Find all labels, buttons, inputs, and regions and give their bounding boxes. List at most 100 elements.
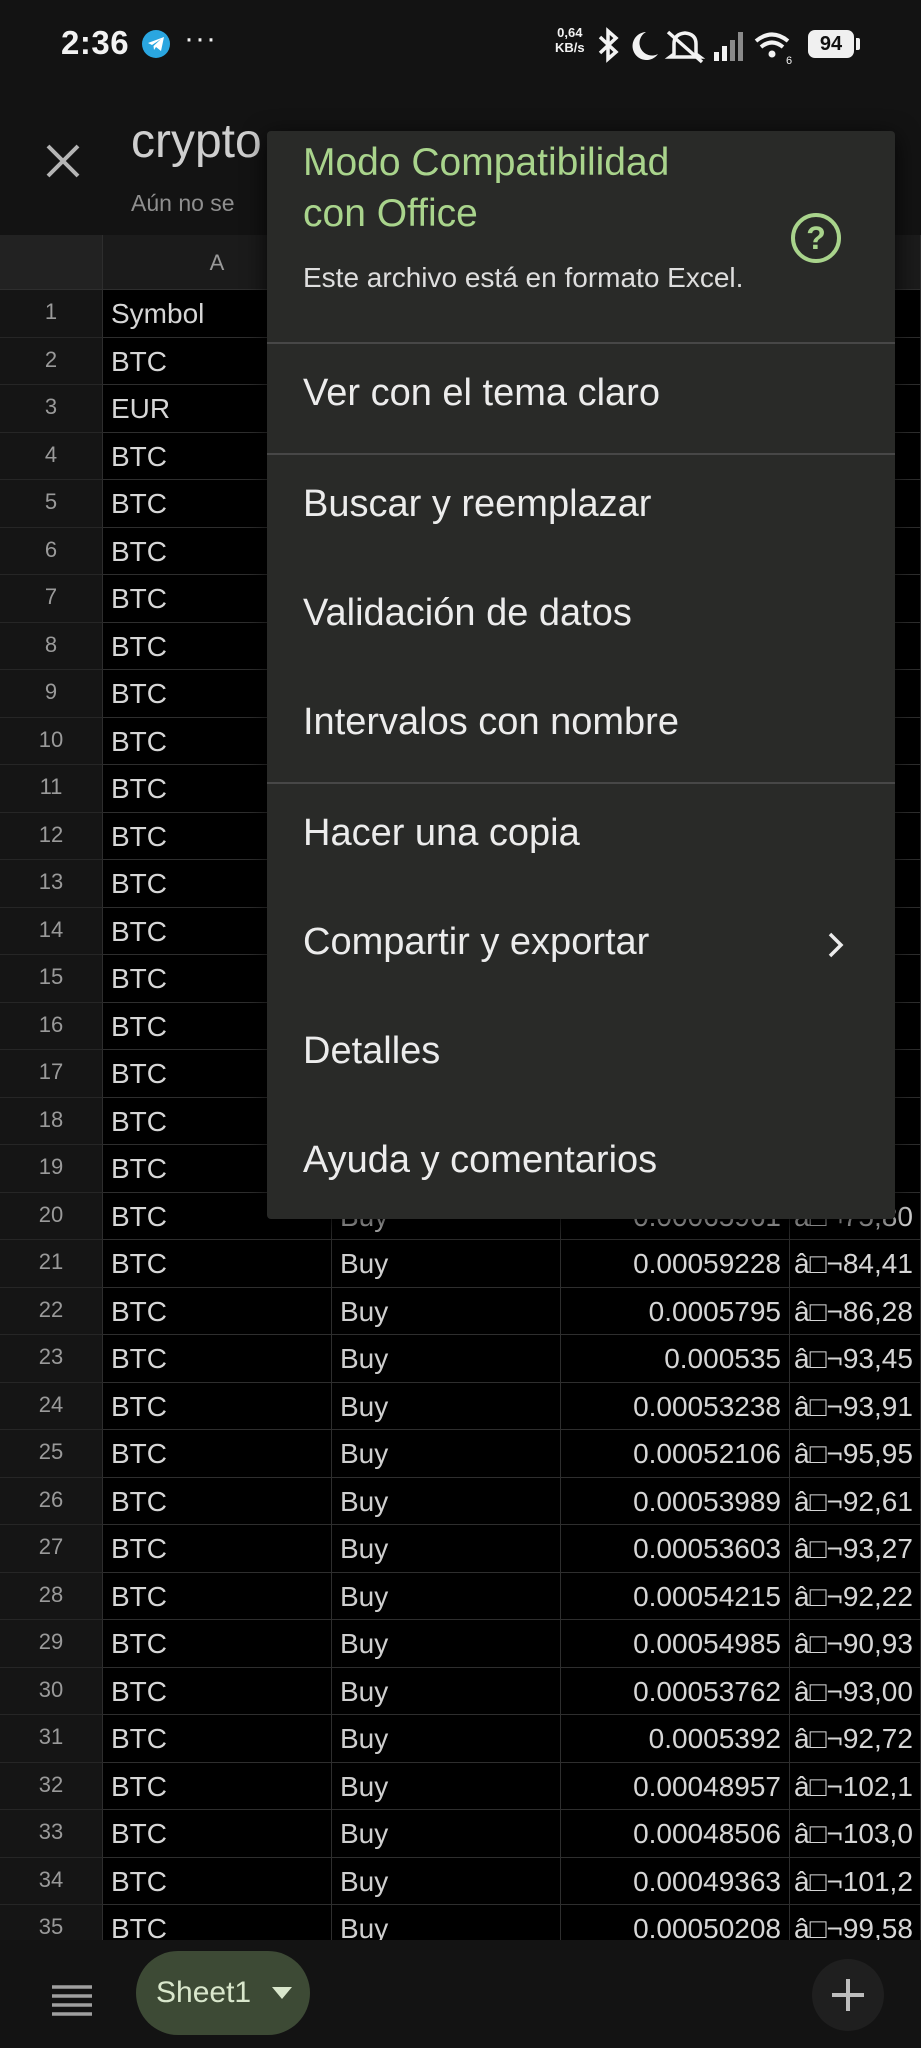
row-number[interactable]: 18 <box>0 1097 103 1145</box>
cell-type[interactable]: Buy <box>332 1857 561 1905</box>
cell-amount[interactable]: 0.00053238 <box>561 1382 790 1430</box>
cell-amount[interactable]: 0.00049363 <box>561 1857 790 1905</box>
cell-price[interactable]: â□¬92,22 <box>790 1572 921 1620</box>
cell-amount[interactable]: 0.00053603 <box>561 1525 790 1573</box>
cell-amount[interactable]: 0.0005392 <box>561 1715 790 1763</box>
cell-amount[interactable]: 0.00053762 <box>561 1667 790 1715</box>
menu-item-details[interactable]: Detalles <box>267 1000 895 1108</box>
cell-price[interactable]: â□¬92,61 <box>790 1477 921 1525</box>
row-number[interactable]: 8 <box>0 622 103 670</box>
cell-type[interactable]: Buy <box>332 1762 561 1810</box>
row-number[interactable]: 6 <box>0 527 103 575</box>
row-number[interactable]: 34 <box>0 1857 103 1905</box>
row-number[interactable]: 15 <box>0 955 103 1003</box>
cell-symbol[interactable]: BTC <box>103 1620 332 1668</box>
row-number[interactable]: 10 <box>0 717 103 765</box>
cell-symbol[interactable]: BTC <box>103 1572 332 1620</box>
row-number[interactable]: 5 <box>0 480 103 528</box>
cell-price[interactable]: â□¬90,93 <box>790 1620 921 1668</box>
row-number[interactable]: 11 <box>0 765 103 813</box>
row-number[interactable]: 25 <box>0 1430 103 1478</box>
row-number[interactable]: 30 <box>0 1667 103 1715</box>
cell-amount[interactable]: 0.00052106 <box>561 1430 790 1478</box>
row-number[interactable]: 7 <box>0 575 103 623</box>
cell-price[interactable]: â□¬93,45 <box>790 1335 921 1383</box>
cell-price[interactable]: â□¬101,2 <box>790 1857 921 1905</box>
menu-item-make-copy[interactable]: Hacer una copia <box>267 782 895 890</box>
cell-type[interactable]: Buy <box>332 1430 561 1478</box>
cell-price[interactable]: â□¬99,58 <box>790 1905 921 1940</box>
cell-symbol[interactable]: BTC <box>103 1715 332 1763</box>
cell-type[interactable]: Buy <box>332 1335 561 1383</box>
row-number[interactable]: 29 <box>0 1620 103 1668</box>
cell-type[interactable]: Buy <box>332 1525 561 1573</box>
row-number[interactable]: 33 <box>0 1810 103 1858</box>
menu-item-named-ranges[interactable]: Intervalos con nombre <box>267 671 895 779</box>
cell-type[interactable]: Buy <box>332 1572 561 1620</box>
row-number[interactable]: 12 <box>0 812 103 860</box>
row-number[interactable]: 17 <box>0 1050 103 1098</box>
cell-amount[interactable]: 0.0005795 <box>561 1287 790 1335</box>
menu-item-light-theme[interactable]: Ver con el tema claro <box>267 342 895 450</box>
cell-type[interactable]: Buy <box>332 1715 561 1763</box>
menu-item-share-export[interactable]: Compartir y exportar <box>267 891 895 999</box>
help-icon[interactable]: ? <box>791 213 841 263</box>
cell-amount[interactable]: 0.00053989 <box>561 1477 790 1525</box>
cell-price[interactable]: â□¬93,00 <box>790 1667 921 1715</box>
row-number[interactable]: 21 <box>0 1240 103 1288</box>
cell-symbol[interactable]: BTC <box>103 1525 332 1573</box>
row-number[interactable]: 26 <box>0 1477 103 1525</box>
cell-amount[interactable]: 0.00050208 <box>561 1905 790 1940</box>
cell-price[interactable]: â□¬102,1 <box>790 1762 921 1810</box>
cell-symbol[interactable]: BTC <box>103 1477 332 1525</box>
cell-symbol[interactable]: BTC <box>103 1857 332 1905</box>
cell-price[interactable]: â□¬93,91 <box>790 1382 921 1430</box>
cell-amount[interactable]: 0.00054985 <box>561 1620 790 1668</box>
cell-type[interactable]: Buy <box>332 1620 561 1668</box>
row-number[interactable]: 13 <box>0 860 103 908</box>
menu-item-find-replace[interactable]: Buscar y reemplazar <box>267 453 895 561</box>
row-number[interactable]: 2 <box>0 337 103 385</box>
cell-price[interactable]: â□¬84,41 <box>790 1240 921 1288</box>
row-number[interactable]: 19 <box>0 1145 103 1193</box>
all-sheets-icon[interactable] <box>50 1984 94 2021</box>
cell-price[interactable]: â□¬93,27 <box>790 1525 921 1573</box>
row-number[interactable]: 3 <box>0 385 103 433</box>
menu-item-help-feedback[interactable]: Ayuda y comentarios <box>267 1109 895 1217</box>
cell-amount[interactable]: 0.00048957 <box>561 1762 790 1810</box>
row-number[interactable]: 22 <box>0 1287 103 1335</box>
cell-price[interactable]: â□¬95,95 <box>790 1430 921 1478</box>
row-number[interactable]: 4 <box>0 432 103 480</box>
cell-price[interactable]: â□¬103,0 <box>790 1810 921 1858</box>
cell-amount[interactable]: 0.000535 <box>561 1335 790 1383</box>
cell-type[interactable]: Buy <box>332 1287 561 1335</box>
cell-price[interactable]: â□¬92,72 <box>790 1715 921 1763</box>
cell-type[interactable]: Buy <box>332 1810 561 1858</box>
cell-type[interactable]: Buy <box>332 1905 561 1940</box>
add-sheet-button[interactable] <box>812 1959 884 2031</box>
cell-amount[interactable]: 0.00054215 <box>561 1572 790 1620</box>
corner-cell[interactable] <box>0 235 103 290</box>
document-title[interactable]: crypto <box>131 114 262 169</box>
row-number[interactable]: 35 <box>0 1905 103 1940</box>
cell-symbol[interactable]: BTC <box>103 1382 332 1430</box>
row-number[interactable]: 23 <box>0 1335 103 1383</box>
cell-price[interactable]: â□¬86,28 <box>790 1287 921 1335</box>
close-icon[interactable] <box>44 142 82 185</box>
row-number[interactable]: 24 <box>0 1382 103 1430</box>
row-number[interactable]: 14 <box>0 907 103 955</box>
row-number[interactable]: 20 <box>0 1192 103 1240</box>
cell-type[interactable]: Buy <box>332 1240 561 1288</box>
row-number[interactable]: 32 <box>0 1762 103 1810</box>
row-number[interactable]: 1 <box>0 290 103 338</box>
row-number[interactable]: 28 <box>0 1572 103 1620</box>
cell-symbol[interactable]: BTC <box>103 1430 332 1478</box>
cell-type[interactable]: Buy <box>332 1382 561 1430</box>
cell-symbol[interactable]: BTC <box>103 1667 332 1715</box>
row-number[interactable]: 9 <box>0 670 103 718</box>
cell-type[interactable]: Buy <box>332 1667 561 1715</box>
cell-symbol[interactable]: BTC <box>103 1335 332 1383</box>
cell-type[interactable]: Buy <box>332 1477 561 1525</box>
cell-symbol[interactable]: BTC <box>103 1810 332 1858</box>
cell-symbol[interactable]: BTC <box>103 1905 332 1940</box>
